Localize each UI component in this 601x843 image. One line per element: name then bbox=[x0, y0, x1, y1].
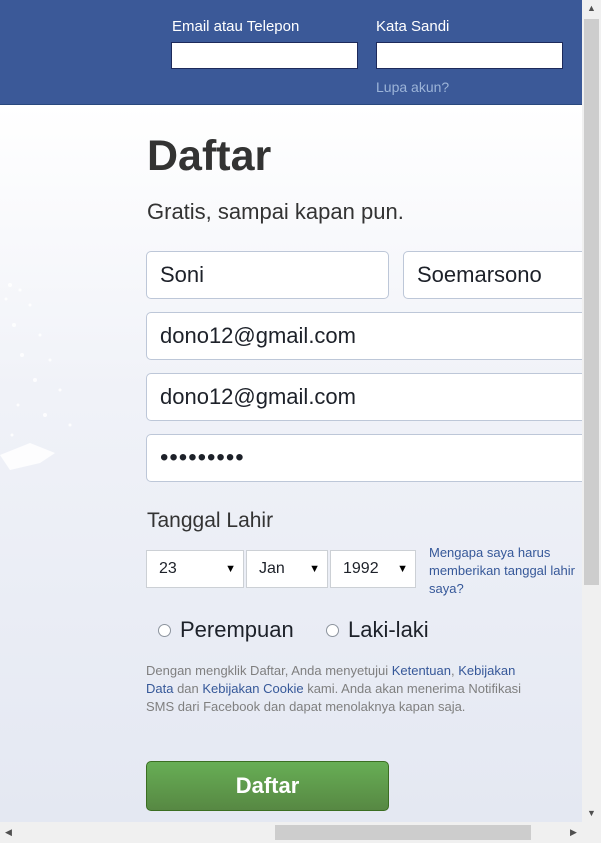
terms-text-part: Dengan mengklik Daftar, Anda menyetujui bbox=[146, 663, 392, 678]
birthday-day-select[interactable]: 23 ▼ bbox=[146, 550, 244, 588]
birthday-why-link[interactable]: Mengapa saya harus memberikan tanggal la… bbox=[429, 544, 582, 598]
login-password-input[interactable] bbox=[376, 42, 563, 69]
vertical-scroll-thumb[interactable] bbox=[584, 19, 599, 585]
gender-male-option[interactable]: Laki-laki bbox=[326, 617, 429, 643]
male-label: Laki-laki bbox=[348, 617, 429, 642]
birthday-year-value: 1992 bbox=[343, 560, 379, 577]
email-label: Email atau Telepon bbox=[172, 18, 300, 35]
gender-female-option[interactable]: Perempuan bbox=[158, 617, 294, 643]
horizontal-scrollbar[interactable]: ◀ ▶ bbox=[0, 822, 582, 843]
terms-text-part: dan bbox=[173, 681, 203, 696]
terms-text: Dengan mengklik Daftar, Anda menyetujui … bbox=[146, 662, 546, 716]
birthday-year-select[interactable]: 1992 ▼ bbox=[330, 550, 416, 588]
birthday-day-value: 23 bbox=[159, 560, 177, 577]
birthday-label: Tanggal Lahir bbox=[147, 509, 274, 532]
chevron-down-icon: ▼ bbox=[225, 563, 236, 575]
horizontal-scroll-thumb[interactable] bbox=[275, 825, 531, 840]
female-radio[interactable] bbox=[158, 623, 171, 637]
vertical-scrollbar[interactable]: ▲ ▼ bbox=[582, 0, 601, 822]
email-confirm-input[interactable] bbox=[146, 373, 582, 421]
last-name-input[interactable] bbox=[403, 251, 582, 299]
chevron-down-icon: ▼ bbox=[397, 563, 408, 575]
login-email-input[interactable] bbox=[171, 42, 358, 69]
login-header: Email atau Telepon Kata Sandi Lupa akun? bbox=[0, 0, 582, 105]
signup-title: Daftar bbox=[147, 132, 272, 180]
scroll-right-icon[interactable]: ▶ bbox=[565, 822, 582, 843]
cookie-policy-link[interactable]: Kebijakan Cookie bbox=[202, 681, 303, 696]
birthday-month-select[interactable]: Jan ▼ bbox=[246, 550, 328, 588]
signup-subtitle: Gratis, sampai kapan pun. bbox=[147, 199, 404, 224]
birthday-month-value: Jan bbox=[259, 560, 285, 577]
scroll-down-icon[interactable]: ▼ bbox=[582, 805, 601, 822]
forgot-account-link[interactable]: Lupa akun? bbox=[376, 79, 449, 95]
browser-viewport: Email atau Telepon Kata Sandi Lupa akun?… bbox=[0, 0, 582, 822]
password-input[interactable] bbox=[146, 434, 582, 482]
scrollbar-corner bbox=[582, 822, 601, 843]
first-name-input[interactable] bbox=[146, 251, 389, 299]
female-label: Perempuan bbox=[180, 617, 294, 642]
chevron-down-icon: ▼ bbox=[309, 563, 320, 575]
email-input[interactable] bbox=[146, 312, 582, 360]
terms-link[interactable]: Ketentuan bbox=[392, 663, 451, 678]
world-map-decoration bbox=[0, 283, 72, 470]
scroll-left-icon[interactable]: ◀ bbox=[0, 822, 17, 843]
scroll-up-icon[interactable]: ▲ bbox=[582, 0, 601, 17]
signup-button[interactable]: Daftar bbox=[146, 761, 389, 811]
password-label: Kata Sandi bbox=[376, 18, 450, 35]
male-radio[interactable] bbox=[326, 623, 339, 637]
